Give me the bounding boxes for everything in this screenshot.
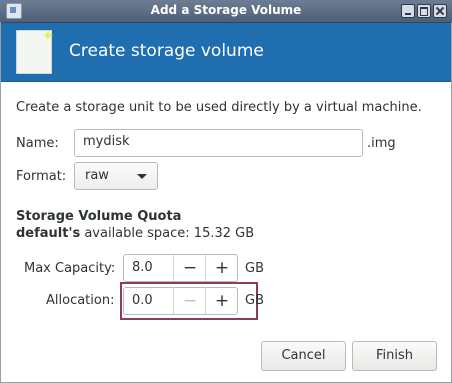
- close-icon[interactable]: [433, 4, 447, 18]
- max-capacity-label: Max Capacity:: [24, 261, 116, 276]
- allocation-increment-button[interactable]: +: [205, 288, 238, 314]
- maximize-icon[interactable]: [417, 4, 431, 18]
- dialog-header: ✦ Create storage volume: [0, 23, 452, 82]
- quota-title: Storage Volume Quota: [16, 209, 182, 224]
- allocation-label: Allocation:: [46, 293, 115, 308]
- max-capacity-value[interactable]: 8.0: [132, 255, 153, 281]
- window-border-left: [0, 22, 1, 383]
- allocation-value[interactable]: 0.0: [132, 288, 153, 314]
- max-capacity-unit: GB: [245, 261, 264, 276]
- name-suffix: .img: [367, 136, 396, 151]
- window-titlebar[interactable]: Add a Storage Volume: [0, 0, 452, 23]
- star-icon: ✦: [41, 26, 55, 45]
- allocation-unit: GB: [245, 293, 264, 308]
- name-input[interactable]: mydisk: [74, 129, 363, 157]
- max-capacity-increment-button[interactable]: +: [205, 255, 238, 281]
- cancel-button[interactable]: Cancel: [261, 341, 346, 371]
- chevron-down-icon: [137, 174, 147, 179]
- format-label: Format:: [16, 169, 67, 184]
- format-dropdown[interactable]: raw: [74, 162, 158, 190]
- max-capacity-spinner[interactable]: 8.0 − +: [123, 254, 238, 282]
- quota-space: default's available space: 15.32 GB: [16, 226, 254, 241]
- minimize-icon[interactable]: [401, 4, 415, 18]
- allocation-spinner[interactable]: 0.0 − +: [123, 287, 238, 315]
- window-title: Add a Storage Volume: [150, 3, 302, 17]
- available-space: available space: 15.32 GB: [80, 226, 255, 241]
- description-text: Create a storage unit to be used directl…: [16, 100, 422, 115]
- finish-button[interactable]: Finish: [352, 341, 437, 371]
- pool-name: default's: [16, 226, 81, 241]
- max-capacity-decrement-button[interactable]: −: [173, 255, 206, 281]
- name-label: Name:: [16, 136, 59, 151]
- format-value: raw: [85, 168, 109, 183]
- allocation-decrement-button[interactable]: −: [173, 288, 206, 314]
- header-title: Create storage volume: [69, 41, 264, 61]
